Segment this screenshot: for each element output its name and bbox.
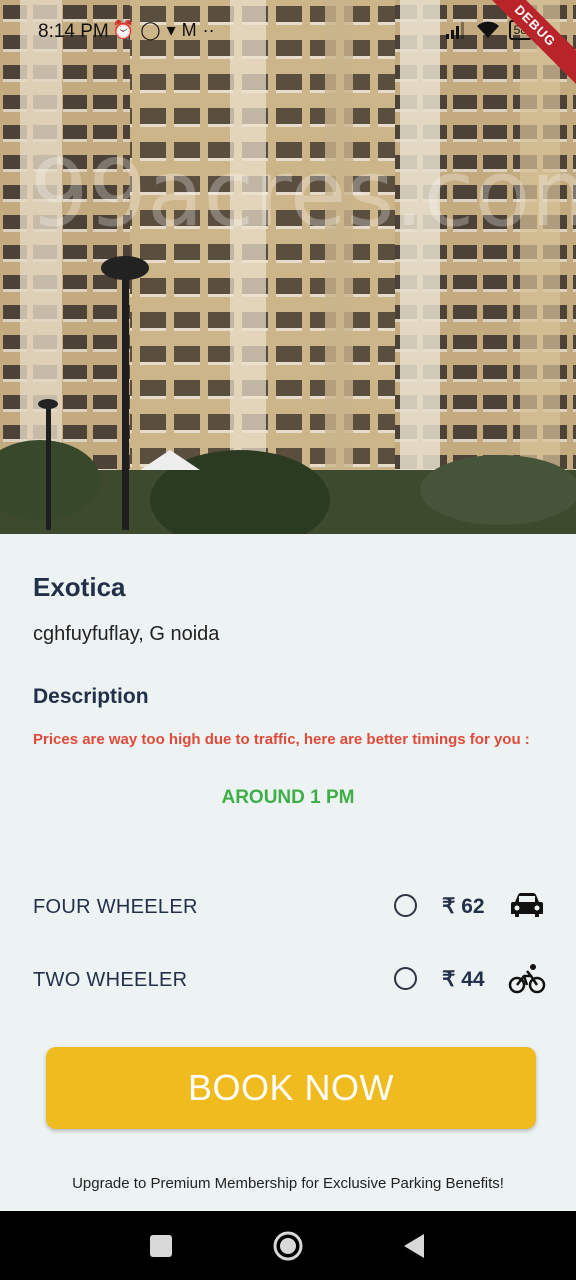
car-icon	[511, 893, 543, 917]
status-bar: 8:14 PM ⏰ ◯ ▾ M ·· 58	[0, 0, 576, 62]
vehicle-price: ₹ 44	[442, 968, 485, 991]
description-heading: Description	[33, 685, 149, 708]
two-wheeler-radio[interactable]	[394, 967, 417, 990]
bicycle-icon	[508, 964, 546, 994]
watermark-text: 99acres.com	[30, 140, 576, 247]
suggested-timing: AROUND 1 PM	[221, 787, 355, 808]
more-dots-icon: ··	[202, 20, 215, 40]
building-illustration: 99acres.com	[0, 0, 576, 534]
notification-icons: ⏰ ◯ ▾ M ··	[112, 20, 215, 41]
vehicle-label: FOUR WHEELER	[33, 896, 198, 918]
back-icon[interactable]	[380, 1211, 450, 1280]
recents-icon[interactable]	[126, 1211, 196, 1280]
signal-icon: ▾	[166, 20, 176, 40]
status-time: 8:14 PM	[38, 21, 109, 42]
whatsapp-icon: ◯	[140, 20, 161, 40]
system-navigation-bar	[0, 1211, 576, 1280]
cell-signal-icon	[445, 22, 464, 39]
book-now-button[interactable]: BOOK NOW	[46, 1047, 536, 1129]
premium-upgrade-link[interactable]: Upgrade to Premium Membership for Exclus…	[0, 1175, 576, 1192]
vehicle-label: TWO WHEELER	[33, 969, 188, 991]
vehicle-price: ₹ 62	[442, 895, 485, 918]
property-photo: 99acres.com	[0, 0, 576, 534]
vehicle-option-four-wheeler[interactable]: FOUR WHEELER ₹ 62	[0, 888, 576, 928]
four-wheeler-radio[interactable]	[394, 894, 417, 917]
description-text: Prices are way too high due to traffic, …	[33, 731, 530, 748]
listing-title: Exotica	[33, 572, 126, 602]
listing-details: Exotica cghfuyfuflay, G noida Descriptio…	[0, 534, 576, 1211]
alarm-icon: ⏰	[112, 20, 135, 40]
home-icon[interactable]	[253, 1211, 323, 1280]
gmail-icon: M	[181, 20, 197, 40]
vehicle-option-two-wheeler[interactable]: TWO WHEELER ₹ 44	[0, 961, 576, 1001]
wifi-icon	[476, 21, 499, 38]
listing-address: cghfuyfuflay, G noida	[33, 623, 220, 645]
